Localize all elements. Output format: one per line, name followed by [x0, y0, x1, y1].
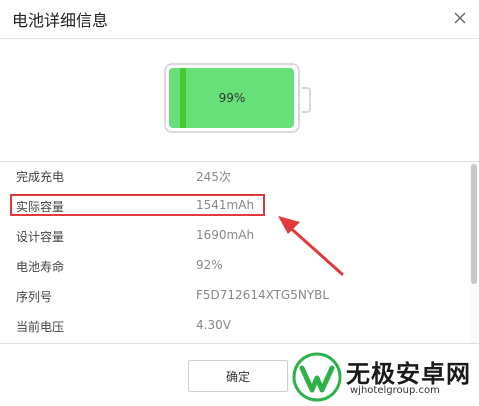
info-value: 4.30V	[196, 318, 231, 332]
watermark-url: wjhotelgroup.com	[350, 385, 440, 396]
battery-terminal	[302, 87, 311, 113]
battery-info-list: 完成充电 245次 实际容量 1541mAh 设计容量 1690mAh 电池寿命…	[0, 162, 470, 343]
info-value: F5D712614XTG5NYBL	[196, 288, 330, 302]
info-value: 1690mAh	[196, 228, 255, 242]
info-row-design-capacity: 设计容量 1690mAh	[0, 222, 470, 252]
watermark: 无极安卓网 wjhotelgroup.com	[292, 352, 477, 402]
info-row-charge-cycles: 完成充电 245次	[0, 162, 470, 192]
info-label: 设计容量	[16, 230, 65, 244]
info-scrollbar[interactable]	[470, 162, 478, 343]
annotation-highlight-box	[10, 194, 265, 216]
info-value: 245次	[196, 170, 231, 184]
info-row-serial-number: 序列号 F5D712614XTG5NYBL	[0, 282, 470, 312]
watermark-title: 无极安卓网	[346, 360, 471, 388]
close-icon[interactable]	[450, 8, 470, 28]
dialog-titlebar: 电池详细信息	[0, 0, 479, 39]
scrollbar-thumb[interactable]	[471, 164, 477, 284]
info-label: 完成充电	[16, 170, 65, 184]
dialog-title: 电池详细信息	[12, 11, 109, 30]
annotation-arrow-icon	[278, 216, 344, 276]
info-row-battery-health: 电池寿命 92%	[0, 252, 470, 282]
battery-percent: 99%	[218, 91, 246, 105]
confirm-button[interactable]: 确定	[188, 360, 288, 392]
info-label: 电池寿命	[16, 260, 65, 274]
battery-shell: 99%	[164, 63, 300, 133]
battery-details-dialog: 电池详细信息 99% 完成充电 245次 实际容量 1541mAh 设计容量 1…	[0, 0, 479, 406]
info-row-current-voltage: 当前电压 4.30V	[0, 312, 470, 342]
battery-visual: 99%	[0, 39, 479, 162]
info-label: 序列号	[16, 290, 53, 304]
watermark-logo-icon	[292, 352, 342, 402]
info-label: 当前电压	[16, 320, 65, 334]
info-value: 92%	[196, 258, 223, 272]
